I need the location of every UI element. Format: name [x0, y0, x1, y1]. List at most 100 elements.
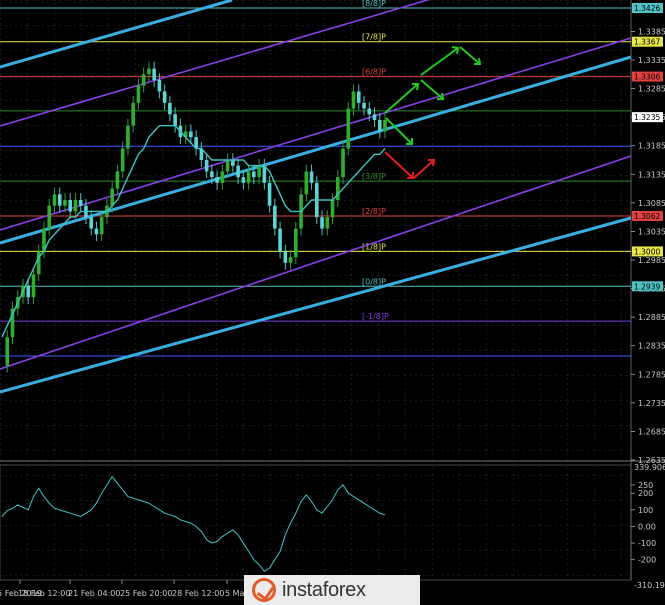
candle-body [356, 91, 361, 103]
candle-body [78, 200, 83, 206]
price-tick-label: 1.2835 [638, 342, 665, 351]
candle-body [94, 228, 99, 235]
candle-body [168, 102, 172, 115]
candle-body [162, 91, 167, 103]
price-tick-label: 1.3285 [638, 85, 665, 94]
candle-body [225, 160, 230, 172]
price-tick-label: 1.3335 [638, 56, 665, 65]
instaforex-logo-icon [252, 578, 276, 602]
murrey-price-tag-text: 1.3062 [634, 212, 660, 221]
candle-body [246, 171, 251, 183]
price-tick-label: 1.2685 [638, 427, 665, 436]
candle-body [204, 160, 209, 172]
price-tick-label: 1.3385 [638, 27, 665, 36]
candle-body [372, 114, 377, 120]
candle-body [325, 217, 330, 229]
murrey-level-label: [8/8]P [362, 0, 386, 8]
candle-body [294, 228, 298, 258]
candle-body [63, 200, 67, 206]
candle-body [115, 171, 120, 189]
candle-body [215, 177, 219, 183]
trading-chart: [8/8]P [7/8]P [6/8]P [3/8]P [2/8]P [1/8]P [0/8… [0, 0, 665, 598]
candle-body [231, 160, 235, 166]
murrey-level-label: [-1/8]P [362, 312, 389, 321]
candle-body [278, 228, 282, 252]
candle-body [189, 131, 193, 138]
price-tick-label: 1.2985 [638, 256, 665, 265]
murrey-level-label: [6/8]P [362, 68, 386, 77]
price-tick-label: 1.3085 [638, 199, 665, 208]
murrey-price-tag-text: 1.3306 [634, 73, 660, 82]
oscillator-panel-grid [0, 465, 631, 580]
candle-body [26, 285, 31, 298]
candle-body [89, 217, 93, 229]
candle-body [210, 171, 214, 178]
oscillator-tick-label: -100 [638, 539, 656, 548]
oscillator-tick-label: 100 [638, 506, 653, 515]
candle-body [120, 148, 125, 172]
candle-body [99, 217, 104, 235]
candle-body [68, 200, 73, 212]
candle-body [257, 165, 261, 178]
time-tick-label: 25 Feb 20:00 [120, 589, 172, 598]
price-tick-label: 1.3135 [638, 170, 665, 179]
candle-body [141, 74, 146, 86]
candle-body [52, 194, 57, 206]
watermark-text: instaforex [282, 578, 366, 601]
time-tick-label: 28 Feb 12:00 [172, 589, 224, 598]
murrey-level-label: [3/8]P [362, 172, 386, 181]
oscillator-tick-label: 200 [638, 489, 653, 498]
candle-body [173, 114, 177, 126]
price-tick-label: 1.2885 [638, 313, 665, 322]
murrey-price-tag-text: 1.3426 [634, 4, 660, 13]
candle-body [283, 251, 288, 263]
candle-body [126, 125, 130, 149]
candle-body [362, 102, 366, 109]
candle-body [309, 171, 314, 183]
candle-body [346, 108, 351, 149]
candle-body [252, 171, 256, 178]
murrey-price-tag-text: 1.3367 [634, 38, 660, 47]
candle-body [367, 108, 372, 115]
time-tick-label: 21 Feb 04:00 [68, 589, 120, 598]
price-tick-label: 1.2785 [638, 370, 665, 379]
oscillator-axis-top-label: 339.9066 [634, 463, 665, 472]
candle-body [220, 171, 225, 183]
watermark-logo: instaforex [244, 575, 420, 605]
oscillator-tick-label: 0.00 [638, 522, 656, 531]
price-tick-label: 1.3185 [638, 142, 665, 151]
murrey-level-label: [2/8]P [362, 207, 386, 216]
candle-body [47, 205, 52, 229]
candle-body [304, 171, 309, 195]
candle-body [73, 200, 78, 212]
price-axis: 1.3385 1.3335 1.3285 1.3235 1.3185 1.3135 1.30… [631, 27, 665, 465]
candle-body [31, 274, 36, 298]
oscillator-tick-label: -200 [638, 556, 656, 565]
price-tick-label: 1.3035 [638, 227, 665, 236]
murrey-level-label: [0/8]P [362, 277, 386, 286]
oscillator-axis-bottom-label: -310.194 [634, 581, 665, 590]
candle-body [383, 120, 387, 132]
candle-body [5, 337, 10, 366]
candle-body [131, 102, 135, 126]
candle-body [152, 68, 156, 80]
candle-body [273, 205, 277, 229]
candle-body [351, 91, 356, 109]
current-price-tag-text: 1.3235 [634, 113, 660, 122]
time-tick-label: 18 Feb 12:00 [18, 589, 70, 598]
candle-body [157, 80, 162, 92]
candle-body [110, 188, 114, 206]
candle-body [236, 165, 240, 178]
candle-body [288, 257, 293, 263]
candle-body [330, 200, 335, 218]
candle-body [147, 68, 151, 75]
murrey-price-tag-text: 1.3000 [634, 247, 660, 256]
candle-body [241, 177, 246, 183]
price-tick-label: 1.2735 [638, 399, 665, 408]
candle-body [262, 165, 267, 183]
candle-body [267, 182, 272, 206]
murrey-level-label: [1/8]P [362, 242, 386, 251]
candle-body [57, 194, 62, 206]
candle-body [341, 148, 345, 178]
candle-body [320, 217, 324, 229]
